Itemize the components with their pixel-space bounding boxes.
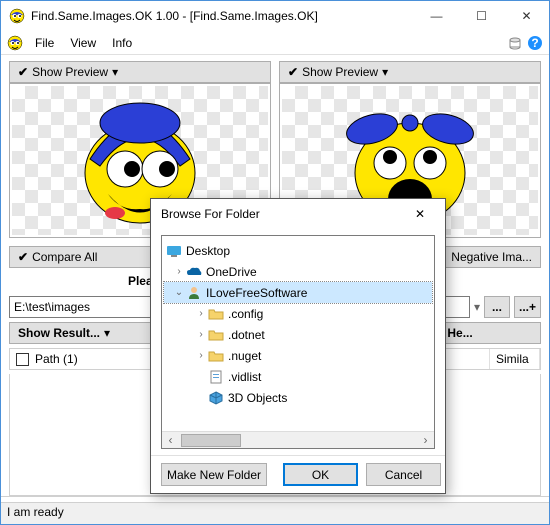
show-preview-right-label: Show Preview (302, 65, 378, 79)
tree-user-label: ILoveFreeSoftware (206, 286, 307, 300)
menu-view[interactable]: View (62, 33, 104, 53)
tree-onedrive[interactable]: › OneDrive (164, 261, 432, 282)
folder-icon (208, 349, 224, 363)
show-preview-left-toggle[interactable]: ✔Show Preview▾ (9, 61, 271, 83)
3d-objects-icon (208, 391, 224, 405)
expander-icon[interactable]: ⌄ (172, 287, 186, 298)
tree-3d-objects-label: 3D Objects (228, 391, 287, 405)
app-icon (9, 8, 25, 24)
horizontal-scrollbar[interactable]: ‹ › (162, 431, 434, 448)
tree-vidlist-label: .vidlist (228, 370, 261, 384)
expander-icon[interactable]: › (172, 266, 186, 277)
tree-dotnet[interactable]: › .dotnet (164, 324, 432, 345)
dialog-title: Browse For Folder (161, 207, 405, 221)
tree-desktop[interactable]: Desktop (164, 240, 432, 261)
menubar-app-icon (7, 35, 23, 51)
folder-tree[interactable]: Desktop › OneDrive ⌄ ILoveFreeSoftware ›… (161, 235, 435, 449)
scrollbar-thumb[interactable] (181, 434, 241, 447)
file-icon (208, 370, 224, 384)
help-icon[interactable]: ? (527, 35, 543, 51)
dialog-close-button[interactable]: ✕ (405, 199, 435, 229)
expander-icon[interactable]: › (194, 308, 208, 319)
path-checkbox[interactable] (16, 353, 29, 366)
svg-text:?: ? (531, 36, 538, 50)
tree-nuget-label: .nuget (228, 349, 261, 363)
tree-desktop-label: Desktop (186, 244, 230, 258)
expander-icon[interactable]: › (194, 329, 208, 340)
minimize-button[interactable]: ― (414, 1, 459, 31)
cancel-button[interactable]: Cancel (366, 463, 441, 486)
column-similarity-label: Simila (496, 352, 529, 366)
tree-vidlist[interactable]: .vidlist (164, 366, 432, 387)
browse-button[interactable]: ... (484, 296, 510, 318)
ok-button[interactable]: OK (283, 463, 358, 486)
tree-3d-objects[interactable]: 3D Objects (164, 387, 432, 408)
status-bar: I am ready (1, 502, 549, 524)
column-similarity[interactable]: Simila (490, 349, 540, 369)
menubar: File View Info ? (1, 31, 549, 55)
menu-file[interactable]: File (27, 33, 62, 53)
tree-user[interactable]: ⌄ ILoveFreeSoftware (164, 282, 432, 303)
folder-icon (208, 307, 224, 321)
make-new-folder-button[interactable]: Make New Folder (161, 463, 267, 486)
show-preview-left-label: Show Preview (32, 65, 108, 79)
tree-config-label: .config (228, 307, 263, 321)
tree-onedrive-label: OneDrive (206, 265, 257, 279)
window-title: Find.Same.Images.OK 1.00 - [Find.Same.Im… (31, 9, 414, 23)
expander-icon[interactable]: › (194, 350, 208, 361)
browse-folder-dialog: Browse For Folder ✕ Desktop › OneDrive ⌄… (150, 198, 446, 494)
tree-nuget[interactable]: › .nuget (164, 345, 432, 366)
scroll-right-icon[interactable]: › (417, 432, 434, 449)
donate-jar-icon[interactable] (507, 35, 523, 51)
tree-config[interactable]: › .config (164, 303, 432, 324)
menu-info[interactable]: Info (104, 33, 140, 53)
user-icon (186, 286, 202, 300)
scroll-left-icon[interactable]: ‹ (162, 432, 179, 449)
desktop-icon (166, 244, 182, 258)
status-text: I am ready (7, 505, 64, 519)
folder-icon (208, 328, 224, 342)
tree-dotnet-label: .dotnet (228, 328, 265, 342)
compare-all-label: Compare All (32, 250, 97, 264)
onedrive-icon (186, 265, 202, 279)
negative-images-label: Negative Ima... (451, 250, 532, 264)
close-button[interactable]: ✕ (504, 1, 549, 31)
column-path-label: Path (1) (35, 352, 78, 366)
show-preview-right-toggle[interactable]: ✔Show Preview▾ (279, 61, 541, 83)
browse-plus-button[interactable]: ...+ (514, 296, 541, 318)
titlebar: Find.Same.Images.OK 1.00 - [Find.Same.Im… (1, 1, 549, 31)
show-result-label: Show Result... (18, 326, 100, 340)
maximize-button[interactable]: ☐ (459, 1, 504, 31)
